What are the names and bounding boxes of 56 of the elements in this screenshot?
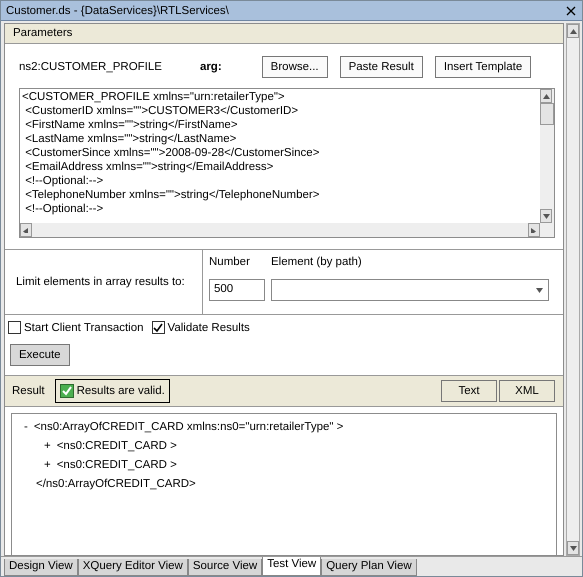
left-arrow-icon	[22, 228, 30, 232]
code-line: <TelephoneNumber xmlns="">string</TelephoneNumber>	[24, 188, 320, 202]
number-field[interactable]: 500	[209, 279, 265, 301]
xml-tag-text[interactable]: <ns0:CREDIT_CARD >	[56, 456, 177, 475]
element-dropdown[interactable]	[271, 279, 549, 301]
execute-button[interactable]: Execute	[10, 344, 70, 366]
checkbox[interactable]	[152, 321, 165, 334]
code-line: <!--Optional:-->	[24, 174, 104, 188]
element-label: Element (by path)	[271, 256, 363, 270]
scrollbar-corner	[540, 223, 554, 237]
view-tab[interactable]: Query Plan View	[321, 559, 417, 576]
code-line: <CustomerID xmlns="">CUSTOMER3</CustomerID>	[24, 104, 300, 118]
view-tab[interactable]: Source View	[188, 559, 262, 576]
checkbox[interactable]	[8, 321, 21, 334]
xml-tag-text[interactable]: <ns0:CREDIT_CARD >	[56, 437, 177, 456]
xml-editor[interactable]	[19, 88, 555, 238]
code-line: <FirstName xmlns="">string</FirstName>	[24, 118, 239, 132]
limit-label: Limit elements in array results to:	[16, 276, 185, 288]
up-arrow-icon	[570, 28, 576, 34]
view-button[interactable]: XML	[499, 380, 555, 402]
tree-toggle[interactable]: +	[44, 437, 51, 456]
window-title: Customer.ds - {DataServices}\RTLServices\	[6, 4, 229, 16]
toolbar-button[interactable]: Insert Template	[434, 56, 532, 78]
code-line: <LastName xmlns="">string</LastName>	[24, 132, 238, 146]
code-line: <EmailAddress xmlns="">string</EmailAddress>	[24, 160, 274, 174]
horizontal-scrollbar[interactable]	[20, 223, 540, 237]
toolbar-button[interactable]: Paste Result	[340, 56, 423, 78]
down-arrow-icon	[570, 546, 576, 550]
close-icon[interactable]	[566, 6, 576, 16]
xml-tag-text[interactable]: <ns0:ArrayOfCREDIT_CARD xmlns:ns0="urn:retailerType" >	[34, 418, 344, 437]
code-line: <!--Optional:-->	[24, 202, 104, 216]
up-arrow-icon	[542, 94, 550, 98]
toolbar-button[interactable]: Browse...	[262, 56, 328, 78]
down-arrow-icon	[542, 214, 550, 218]
tree-toggle[interactable]: +	[44, 456, 51, 475]
checkbox-label: Start Client Transaction	[24, 322, 144, 334]
checkbox-label: Validate Results	[168, 322, 250, 334]
vertical-scrollbar[interactable]	[540, 89, 554, 223]
code-line: <CUSTOMER_PROFILE xmlns="urn:retailerType">	[22, 90, 286, 104]
status-text: Results are valid.	[76, 385, 165, 397]
section-title: Parameters	[13, 27, 72, 39]
result-label: Result	[12, 385, 45, 397]
view-tab[interactable]: XQuery Editor View	[78, 559, 188, 576]
parameter-name: ns2:CUSTOMER_PROFILE	[19, 61, 162, 73]
page-scrollbar[interactable]	[566, 23, 580, 556]
view-tab[interactable]: Test View	[262, 557, 322, 576]
arg-label: arg:	[200, 61, 222, 73]
view-button[interactable]: Text	[441, 380, 497, 402]
code-line: <CustomerSince xmlns="">2008-09-28</CustomerSince>	[24, 146, 320, 160]
tree-toggle[interactable]: -	[24, 418, 28, 437]
xml-tag-text: </ns0:ArrayOfCREDIT_CARD>	[36, 477, 196, 492]
scrollbar-thumb[interactable]	[540, 103, 554, 125]
down-arrow-icon	[536, 288, 543, 292]
number-label: Number	[209, 256, 251, 270]
view-tab[interactable]: Design View	[4, 559, 78, 576]
right-arrow-icon	[530, 228, 538, 232]
